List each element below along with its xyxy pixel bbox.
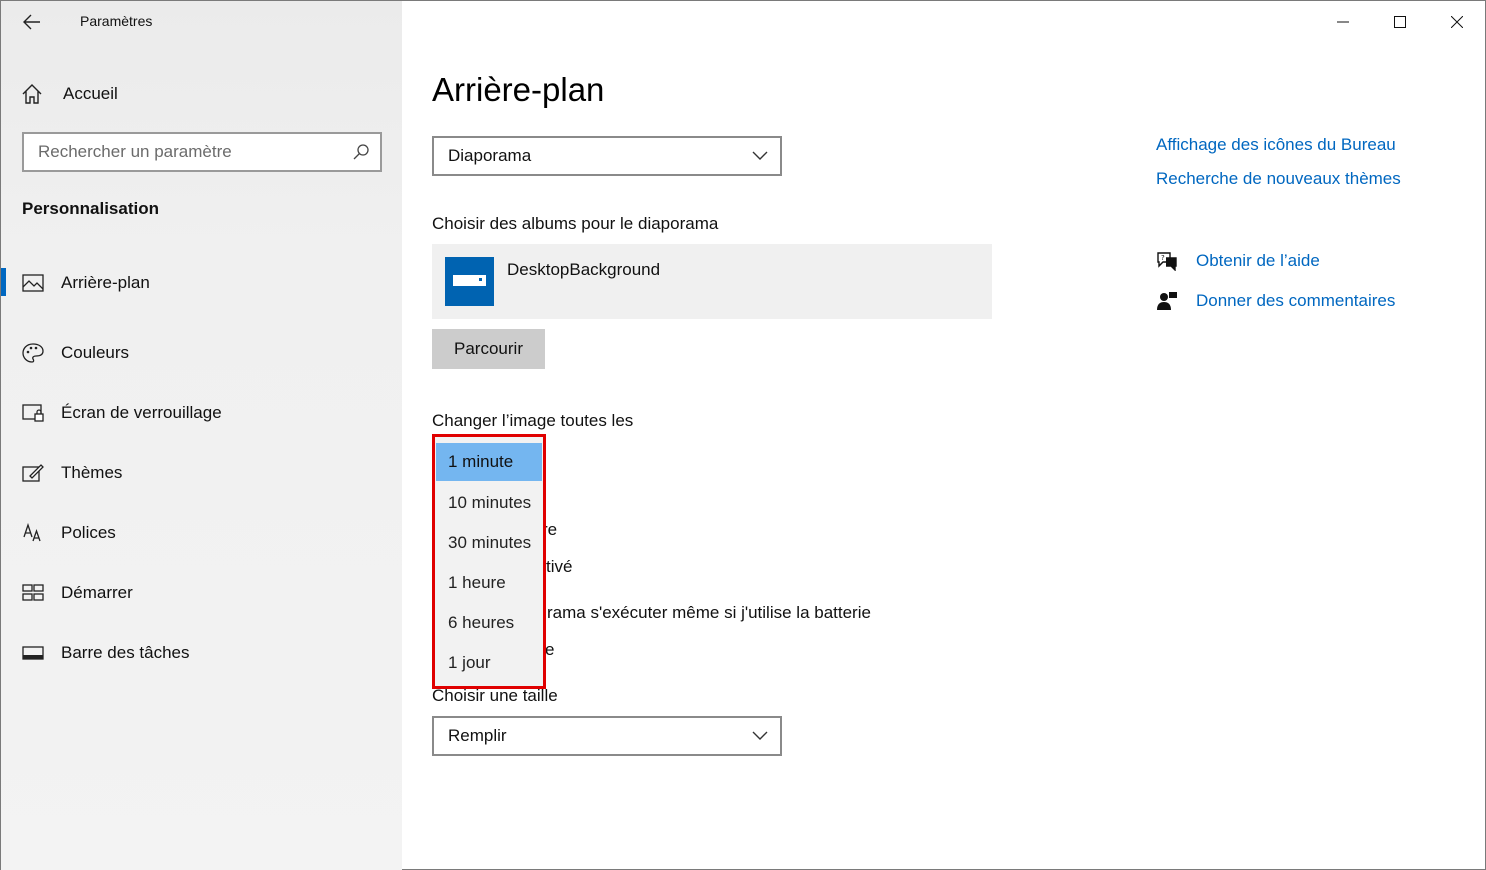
albums-label: Choisir des albums pour le diaporama [432,214,719,233]
sidebar-item-colors[interactable]: Couleurs [1,323,402,383]
maximize-icon [1393,16,1406,28]
sidebar-item-start[interactable]: Démarrer [1,563,402,623]
interval-option-6-hours[interactable]: 6 heures [436,603,542,643]
interval-option-1-minute[interactable]: 1 minute [436,443,542,481]
sidebar-item-label: Arrière-plan [61,273,150,292]
help-row[interactable]: ? Obtenir de l’aide [1156,251,1320,271]
sidebar-nav: Arrière-plan Couleurs Écran de verrouill… [1,263,402,683]
help-chat-icon: ? [1157,252,1177,271]
interval-option-1-hour[interactable]: 1 heure [436,563,542,603]
size-value: Remplir [448,726,507,745]
interval-option-1-day[interactable]: 1 jour [436,643,542,683]
settings-window: Paramètres Accueil Personnalisation Arri… [0,0,1486,870]
feedback-row[interactable]: Donner des commentaires [1156,291,1395,311]
lock-screen-icon [21,403,45,423]
browse-button[interactable]: Parcourir [432,329,545,369]
feedback-link[interactable]: Donner des commentaires [1196,291,1395,311]
drive-icon [445,257,494,306]
sidebar-item-fonts[interactable]: Polices [1,503,402,563]
interval-label: Changer l’image toutes les [432,411,634,430]
sidebar-item-label: Polices [61,523,116,542]
chevron-down-icon [752,151,768,160]
search-input[interactable] [38,142,338,162]
back-button[interactable] [17,9,47,35]
section-title: Personnalisation [22,199,159,218]
help-link[interactable]: Obtenir de l’aide [1196,251,1320,271]
svg-text:?: ? [1161,254,1165,262]
obscured-text-4: e [545,640,555,659]
desktop-icons-link[interactable]: Affichage des icônes du Bureau [1156,135,1396,155]
sidebar-item-label: Écran de verrouillage [61,403,222,422]
chevron-down-icon [752,731,768,740]
fonts-icon [21,523,45,543]
search-box[interactable] [22,132,382,172]
interval-option-30-minutes[interactable]: 30 minutes [436,523,542,563]
maximize-button[interactable] [1371,1,1428,43]
home-icon [22,84,42,104]
album-name: DesktopBackground [507,260,661,279]
sidebar-item-label: Démarrer [61,583,133,602]
start-icon [21,583,45,603]
themes-icon [21,463,45,483]
back-arrow-icon [23,14,40,30]
close-icon [1450,16,1463,28]
page-title: Arrière-plan [432,71,605,108]
sidebar-item-background[interactable]: Arrière-plan [1,263,402,303]
album-item[interactable]: DesktopBackground [432,244,992,319]
obscured-text-3: rama s'exécuter même si j'utilise la bat… [547,603,871,622]
interval-dropdown-list: 1 minute 10 minutes 30 minutes 1 heure 6… [432,434,546,689]
caption-buttons [1314,1,1485,43]
sidebar-item-label: Thèmes [61,463,123,482]
close-button[interactable] [1428,1,1485,43]
background-type-value: Diaporama [448,146,532,165]
minimize-icon [1336,21,1349,23]
search-icon[interactable] [352,143,370,161]
app-title: Paramètres [80,13,153,29]
taskbar-icon [21,643,45,663]
sidebar-item-label: Barre des tâches [61,643,190,662]
sidebar-item-label: Couleurs [61,343,130,362]
sidebar-item-taskbar[interactable]: Barre des tâches [1,623,402,683]
size-dropdown[interactable]: Remplir [432,716,782,756]
background-type-dropdown[interactable]: Diaporama [432,136,782,176]
picture-icon [21,273,45,293]
size-label: Choisir une taille [432,686,558,705]
new-themes-link[interactable]: Recherche de nouveaux thèmes [1156,169,1401,189]
interval-option-10-minutes[interactable]: 10 minutes [436,483,542,523]
obscured-text-2: tivé [546,557,573,576]
sidebar-item-themes[interactable]: Thèmes [1,443,402,503]
sidebar-item-lock-screen[interactable]: Écran de verrouillage [1,383,402,443]
sidebar-item-home[interactable]: Accueil [21,79,118,109]
sidebar: Paramètres Accueil Personnalisation Arri… [1,1,402,870]
feedback-icon [1157,292,1177,310]
palette-icon [21,343,45,363]
home-label: Accueil [63,84,118,103]
minimize-button[interactable] [1314,1,1371,43]
